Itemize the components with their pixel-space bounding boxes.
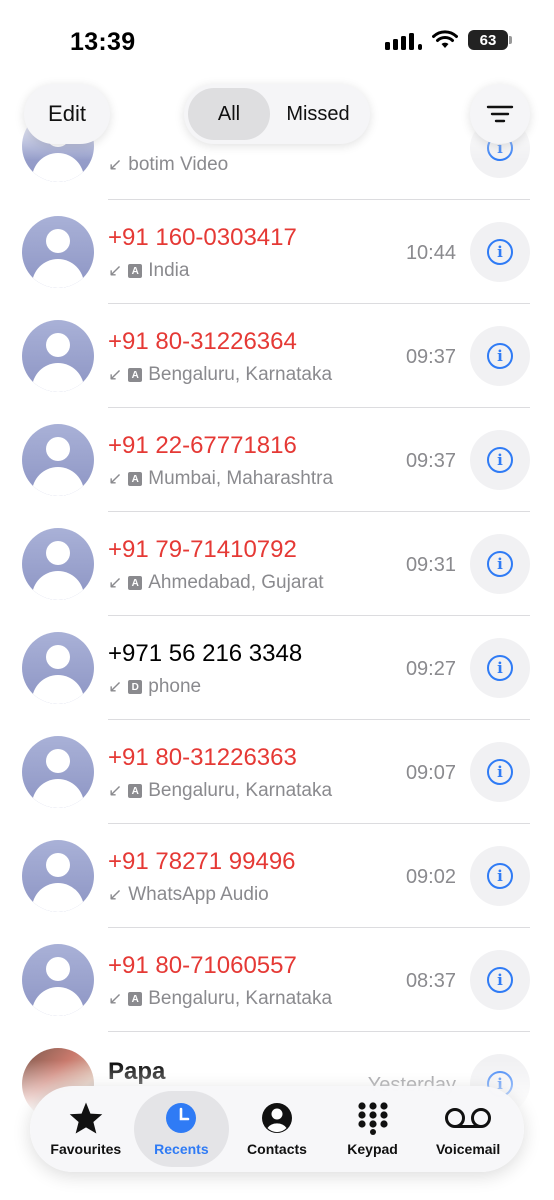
sim-tag-badge: D (128, 680, 143, 694)
info-icon: i (487, 863, 513, 889)
incoming-arrow-icon: ↙ (108, 989, 123, 1008)
info-icon: i (487, 551, 513, 577)
person-circle-icon (261, 1101, 293, 1135)
filter-lines-icon (486, 105, 514, 123)
call-time: 09:37 (405, 450, 456, 472)
list-item[interactable]: +91 22-67771816 ↙ A Mumbai, Maharashtra … (0, 408, 554, 512)
edit-button[interactable]: Edit (24, 84, 110, 144)
status-indicators: 63 (385, 30, 512, 50)
recents-list[interactable]: ↙ botim Video i +91 160-0303417 ↙ A Indi… (0, 0, 554, 1200)
caller-number: +91 79-71410792 (108, 536, 297, 563)
clock-icon (165, 1101, 197, 1135)
sim-tag-badge: A (128, 264, 143, 278)
call-time: 09:37 (405, 346, 456, 368)
caller-number: +91 78271 99496 (108, 848, 296, 875)
status-bar: 13:39 63 (0, 0, 554, 80)
list-item[interactable]: +91 80-31226363 ↙ A Bengaluru, Karnataka… (0, 720, 554, 824)
avatar (22, 840, 94, 912)
sim-tag-badge: A (128, 472, 143, 486)
tab-recents[interactable]: Recents (133, 1091, 230, 1167)
caller-number: +91 80-31226363 (108, 744, 297, 771)
tab-voicemail[interactable]: Voicemail (420, 1091, 516, 1167)
list-item[interactable]: +91 78271 99496 ↙ WhatsApp Audio 09:02 i (0, 824, 554, 928)
caller-number: +91 80-31226364 (108, 328, 297, 355)
caller-number: +91 80-71060557 (108, 952, 297, 979)
info-icon: i (487, 655, 513, 681)
incoming-arrow-icon: ↙ (108, 781, 123, 800)
signal-icon (385, 30, 422, 50)
call-subtitle: ↙ A Mumbai, Maharashtra (108, 468, 334, 489)
info-button[interactable]: i (470, 326, 530, 386)
avatar (22, 216, 94, 288)
call-subtitle: ↙ A Bengaluru, Karnataka (108, 988, 333, 1009)
status-time: 13:39 (70, 28, 136, 56)
info-icon: i (487, 447, 513, 473)
call-time: 08:37 (405, 970, 456, 992)
incoming-arrow-icon: ↙ (108, 885, 123, 904)
avatar (22, 528, 94, 600)
list-item[interactable]: +971 56 216 3348 ↙ D phone 09:27 i (0, 616, 554, 720)
segment-all[interactable]: All (188, 88, 270, 140)
incoming-arrow-icon: ↙ (108, 155, 123, 174)
call-subtitle: ↙ A Ahmedabad, Gujarat (108, 572, 324, 593)
avatar (22, 424, 94, 496)
tab-contacts[interactable]: Contacts (229, 1091, 325, 1167)
sim-tag-badge: A (128, 576, 143, 590)
incoming-arrow-icon: ↙ (108, 261, 123, 280)
info-button[interactable]: i (470, 534, 530, 594)
tab-favourites[interactable]: Favourites (38, 1091, 134, 1167)
avatar (22, 944, 94, 1016)
avatar (22, 320, 94, 392)
call-time: 10:44 (405, 242, 456, 264)
tab-keypad[interactable]: Keypad (325, 1091, 421, 1167)
caller-number: +971 56 216 3348 (108, 640, 303, 667)
sim-tag-badge: A (128, 784, 143, 798)
info-button[interactable]: i (470, 222, 530, 282)
incoming-arrow-icon: ↙ (108, 365, 123, 384)
call-subtitle: ↙ A Bengaluru, Karnataka (108, 364, 333, 385)
call-time: 09:31 (405, 554, 456, 576)
info-icon: i (487, 967, 513, 993)
incoming-arrow-icon: ↙ (108, 677, 123, 696)
info-icon: i (487, 343, 513, 369)
caller-number: +91 22-67771816 (108, 432, 297, 459)
avatar (22, 736, 94, 808)
filter-segmented-control[interactable]: All Missed (184, 84, 370, 144)
info-button[interactable]: i (470, 846, 530, 906)
call-time: 09:07 (405, 762, 456, 784)
call-time: 09:02 (405, 866, 456, 888)
keypad-icon (356, 1101, 390, 1135)
info-button[interactable]: i (470, 950, 530, 1010)
list-item[interactable]: +91 80-71060557 ↙ A Bengaluru, Karnataka… (0, 928, 554, 1032)
info-button[interactable]: i (470, 638, 530, 698)
incoming-arrow-icon: ↙ (108, 469, 123, 488)
info-icon: i (487, 239, 513, 265)
filter-menu-button[interactable] (470, 84, 530, 144)
info-button[interactable]: i (470, 742, 530, 802)
list-item[interactable]: +91 160-0303417 ↙ A India 10:44 i (0, 200, 554, 304)
wifi-icon (432, 30, 458, 48)
star-icon (68, 1101, 104, 1135)
sim-tag-badge: A (128, 992, 143, 1006)
call-subtitle: ↙ WhatsApp Audio (108, 884, 269, 905)
list-item[interactable]: +91 79-71410792 ↙ A Ahmedabad, Gujarat 0… (0, 512, 554, 616)
sim-tag-badge: A (128, 368, 143, 382)
call-subtitle: ↙ D phone (108, 676, 202, 697)
caller-number: +91 160-0303417 (108, 224, 297, 251)
info-icon: i (487, 759, 513, 785)
info-button[interactable]: i (470, 430, 530, 490)
tab-bar: Favourites Recents Contacts Keypad Voice… (30, 1086, 524, 1172)
segment-missed[interactable]: Missed (270, 88, 366, 140)
caller-name: Papa (108, 1058, 166, 1085)
call-time: 09:27 (405, 658, 456, 680)
call-subtitle: ↙ botim Video (108, 154, 229, 175)
header: Edit All Missed (0, 80, 554, 150)
call-subtitle: ↙ A India (108, 260, 190, 281)
call-subtitle: ↙ A Bengaluru, Karnataka (108, 780, 333, 801)
avatar (22, 632, 94, 704)
voicemail-icon (444, 1101, 492, 1135)
battery-icon: 63 (468, 30, 512, 50)
list-item[interactable]: +91 80-31226364 ↙ A Bengaluru, Karnataka… (0, 304, 554, 408)
incoming-arrow-icon: ↙ (108, 573, 123, 592)
